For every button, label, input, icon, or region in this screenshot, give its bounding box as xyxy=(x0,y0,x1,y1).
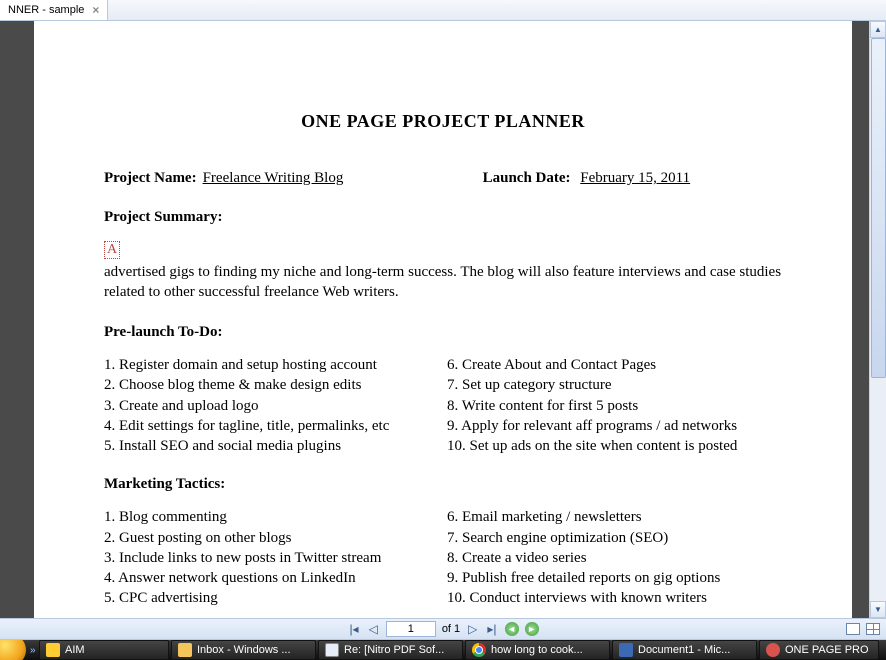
taskbar-item-label: Document1 - Mic... xyxy=(638,644,730,656)
taskbar-item-label: how long to cook... xyxy=(491,644,583,656)
project-name-value: Freelance Writing Blog xyxy=(203,170,449,187)
page-number-input[interactable]: 1 xyxy=(386,621,436,637)
prelaunch-list: 1. Register domain and setup hosting acc… xyxy=(104,355,782,456)
multi-page-view-icon[interactable] xyxy=(866,623,880,635)
list-item: 8. Create a video series xyxy=(447,548,782,568)
first-page-icon[interactable]: |◂ xyxy=(347,622,360,636)
list-item: 1. Blog commenting xyxy=(104,507,439,527)
taskbar-item-label: ONE PAGE PRO xyxy=(785,644,869,656)
single-page-view-icon[interactable] xyxy=(846,623,860,635)
list-item: 1. Register domain and setup hosting acc… xyxy=(104,355,439,375)
taskbar-item-label: AIM xyxy=(65,644,85,656)
marketing-heading: Marketing Tactics: xyxy=(104,476,782,493)
vertical-scrollbar[interactable]: ▲ ▼ xyxy=(869,21,886,618)
list-item: 6. Email marketing / newsletters xyxy=(447,507,782,527)
taskbar-item[interactable]: Document1 - Mic... xyxy=(612,640,757,660)
mail-icon xyxy=(178,643,192,657)
scroll-down-button[interactable]: ▼ xyxy=(870,601,886,618)
project-meta-row: Project Name: Freelance Writing Blog Lau… xyxy=(104,170,782,187)
tab-bar: NNER - sample × xyxy=(0,0,886,21)
scroll-thumb[interactable] xyxy=(871,38,886,378)
list-item: 7. Set up category structure xyxy=(447,375,782,395)
launch-date-value: February 15, 2011 xyxy=(580,170,690,187)
list-item: 9. Apply for relevant aff programs / ad … xyxy=(447,416,782,436)
taskbar-item-label: Re: [Nitro PDF Sof... xyxy=(344,644,444,656)
nav-forward-icon[interactable]: ► xyxy=(525,622,539,636)
list-item: 3. Create and upload logo xyxy=(104,396,439,416)
taskbar-item[interactable]: how long to cook... xyxy=(465,640,610,660)
nav-back-icon[interactable]: ◄ xyxy=(505,622,519,636)
list-item: 5. CPC advertising xyxy=(104,588,439,608)
launch-date-label: Launch Date: xyxy=(483,170,571,187)
document-tab[interactable]: NNER - sample × xyxy=(0,0,108,20)
taskbar-item[interactable]: Re: [Nitro PDF Sof... xyxy=(318,640,463,660)
prelaunch-heading: Pre-launch To-Do: xyxy=(104,324,782,341)
marketing-list: 1. Blog commenting 2. Guest posting on o… xyxy=(104,507,782,608)
quicklaunch-chevron-icon[interactable]: » xyxy=(26,645,38,656)
nitro-icon xyxy=(325,643,339,657)
list-item: 4. Answer network questions on LinkedIn xyxy=(104,568,439,588)
windows-taskbar: » AIM Inbox - Windows ... Re: [Nitro PDF… xyxy=(0,640,886,660)
taskbar-item[interactable]: ONE PAGE PRO xyxy=(759,640,879,660)
list-item: 10. Set up ads on the site when content … xyxy=(447,436,782,456)
list-item: 2. Choose blog theme & make design edits xyxy=(104,375,439,395)
nitro-app-icon xyxy=(766,643,780,657)
list-item: 3. Include links to new posts in Twitter… xyxy=(104,548,439,568)
next-page-icon[interactable]: ▷ xyxy=(466,622,479,636)
document-viewer: ONE PAGE PROJECT PLANNER Project Name: F… xyxy=(0,21,886,618)
close-icon[interactable]: × xyxy=(92,3,99,17)
prev-page-icon[interactable]: ◁ xyxy=(367,622,380,636)
list-item: 6. Create About and Contact Pages xyxy=(447,355,782,375)
last-page-icon[interactable]: ▸| xyxy=(485,622,498,636)
summary-heading: Project Summary: xyxy=(104,209,782,226)
page-total-label: of 1 xyxy=(442,623,460,635)
word-icon xyxy=(619,643,633,657)
taskbar-item[interactable]: Inbox - Windows ... xyxy=(171,640,316,660)
taskbar-item[interactable]: AIM xyxy=(39,640,169,660)
summary-text: advertised gigs to finding my niche and … xyxy=(104,263,782,302)
anchor-marker: A xyxy=(104,241,120,259)
page-nav-bar: |◂ ◁ 1 of 1 ▷ ▸| ◄ ► xyxy=(0,618,886,640)
tab-title: NNER - sample xyxy=(8,4,84,16)
list-item: 10. Conduct interviews with known writer… xyxy=(447,588,782,608)
list-item: 7. Search engine optimization (SEO) xyxy=(447,528,782,548)
list-item: 4. Edit settings for tagline, title, per… xyxy=(104,416,439,436)
list-item: 5. Install SEO and social media plugins xyxy=(104,436,439,456)
list-item: 9. Publish free detailed reports on gig … xyxy=(447,568,782,588)
list-item: 8. Write content for first 5 posts xyxy=(447,396,782,416)
scroll-up-button[interactable]: ▲ xyxy=(870,21,886,38)
taskbar-item-label: Inbox - Windows ... xyxy=(197,644,291,656)
project-name-label: Project Name: xyxy=(104,170,197,187)
start-button[interactable] xyxy=(0,640,26,660)
list-item: 2. Guest posting on other blogs xyxy=(104,528,439,548)
aim-icon xyxy=(46,643,60,657)
page-title: ONE PAGE PROJECT PLANNER xyxy=(104,111,782,132)
document-page: ONE PAGE PROJECT PLANNER Project Name: F… xyxy=(34,21,852,618)
chrome-icon xyxy=(472,643,486,657)
